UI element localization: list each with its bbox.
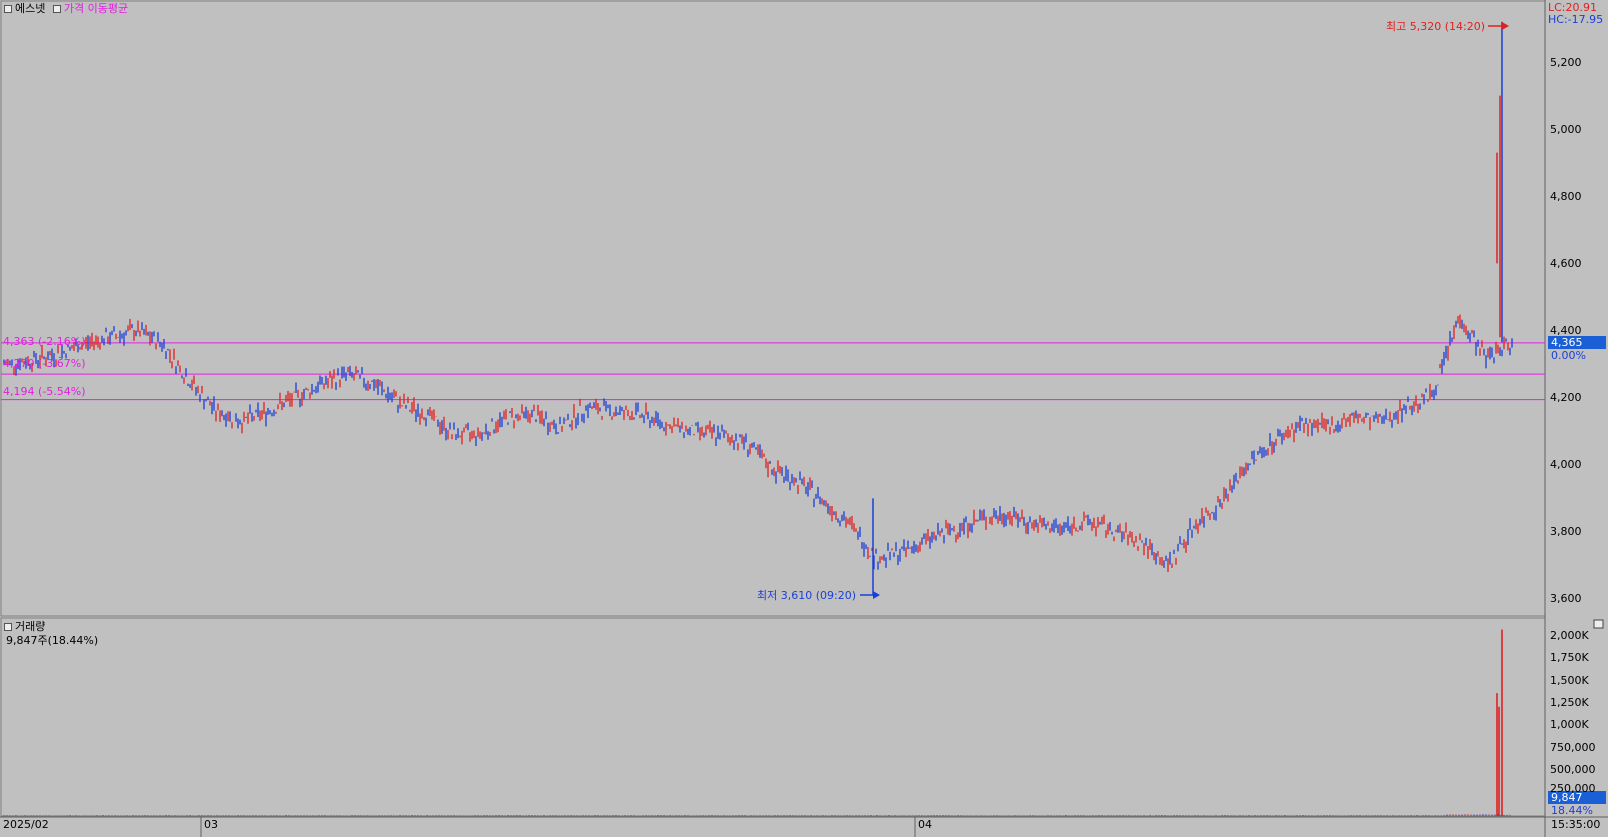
price-panel-header: 에스넷 가격 이동평균: [4, 2, 128, 15]
price-tick: 3,600: [1550, 592, 1582, 605]
volume-toggle-icon[interactable]: [4, 623, 12, 631]
low-annotation: 최저 3,610 (09:20): [757, 589, 857, 602]
price-panel[interactable]: [0, 0, 1546, 617]
price-tick: 5,000: [1550, 123, 1582, 136]
indicator-label[interactable]: 가격 이동평균: [64, 2, 128, 15]
ref-label-3: 4,194 (-5.54%): [3, 385, 86, 398]
current-volume-pct: 18.44%: [1551, 804, 1593, 817]
ref-label-1: 4,363 (-2.16%): [3, 335, 86, 348]
price-tick: 4,600: [1550, 257, 1582, 270]
current-price-value: 4,365: [1551, 336, 1583, 349]
ref-label-2: 4,270 (-3.67%): [3, 357, 86, 370]
panel-toggle-icon[interactable]: [4, 5, 12, 13]
price-tick: 3,800: [1550, 525, 1582, 538]
volume-panel[interactable]: [0, 617, 1546, 817]
x-label-feb: 2025/02: [3, 818, 49, 831]
current-volume-value: 9,847: [1551, 791, 1583, 804]
volume-info: 9,847주(18.44%): [6, 634, 99, 647]
x-label-mar: 03: [204, 818, 218, 831]
price-tick: 4,200: [1550, 391, 1582, 404]
high-annotation: 최고 5,320 (14:20): [1386, 20, 1486, 33]
price-tick: 5,200: [1550, 56, 1582, 69]
volume-tick: 1,500K: [1550, 674, 1589, 687]
volume-tick: 2,000K: [1550, 629, 1589, 642]
volume-tick: 1,250K: [1550, 696, 1589, 709]
current-price-change: 0.00%: [1551, 349, 1586, 362]
price-tick: 4,000: [1550, 458, 1582, 471]
volume-panel-header: 거래량: [4, 620, 45, 633]
volume-tick: 1,750K: [1550, 651, 1589, 664]
volume-panel-toggle[interactable]: [1593, 619, 1604, 629]
price-tick: 4,800: [1550, 190, 1582, 203]
stock-name: 에스넷: [15, 2, 46, 15]
volume-tick: 1,000K: [1550, 718, 1589, 731]
hc-label: HC:-17.95: [1548, 13, 1604, 26]
indicator-toggle-icon[interactable]: [52, 5, 61, 13]
stock-chart: [0, 0, 1608, 837]
x-label-apr: 04: [918, 818, 932, 831]
volume-title: 거래량: [15, 620, 46, 633]
time-label: 15:35:00: [1551, 818, 1601, 831]
volume-tick: 500,000: [1550, 763, 1596, 776]
volume-tick: 750,000: [1550, 741, 1596, 754]
